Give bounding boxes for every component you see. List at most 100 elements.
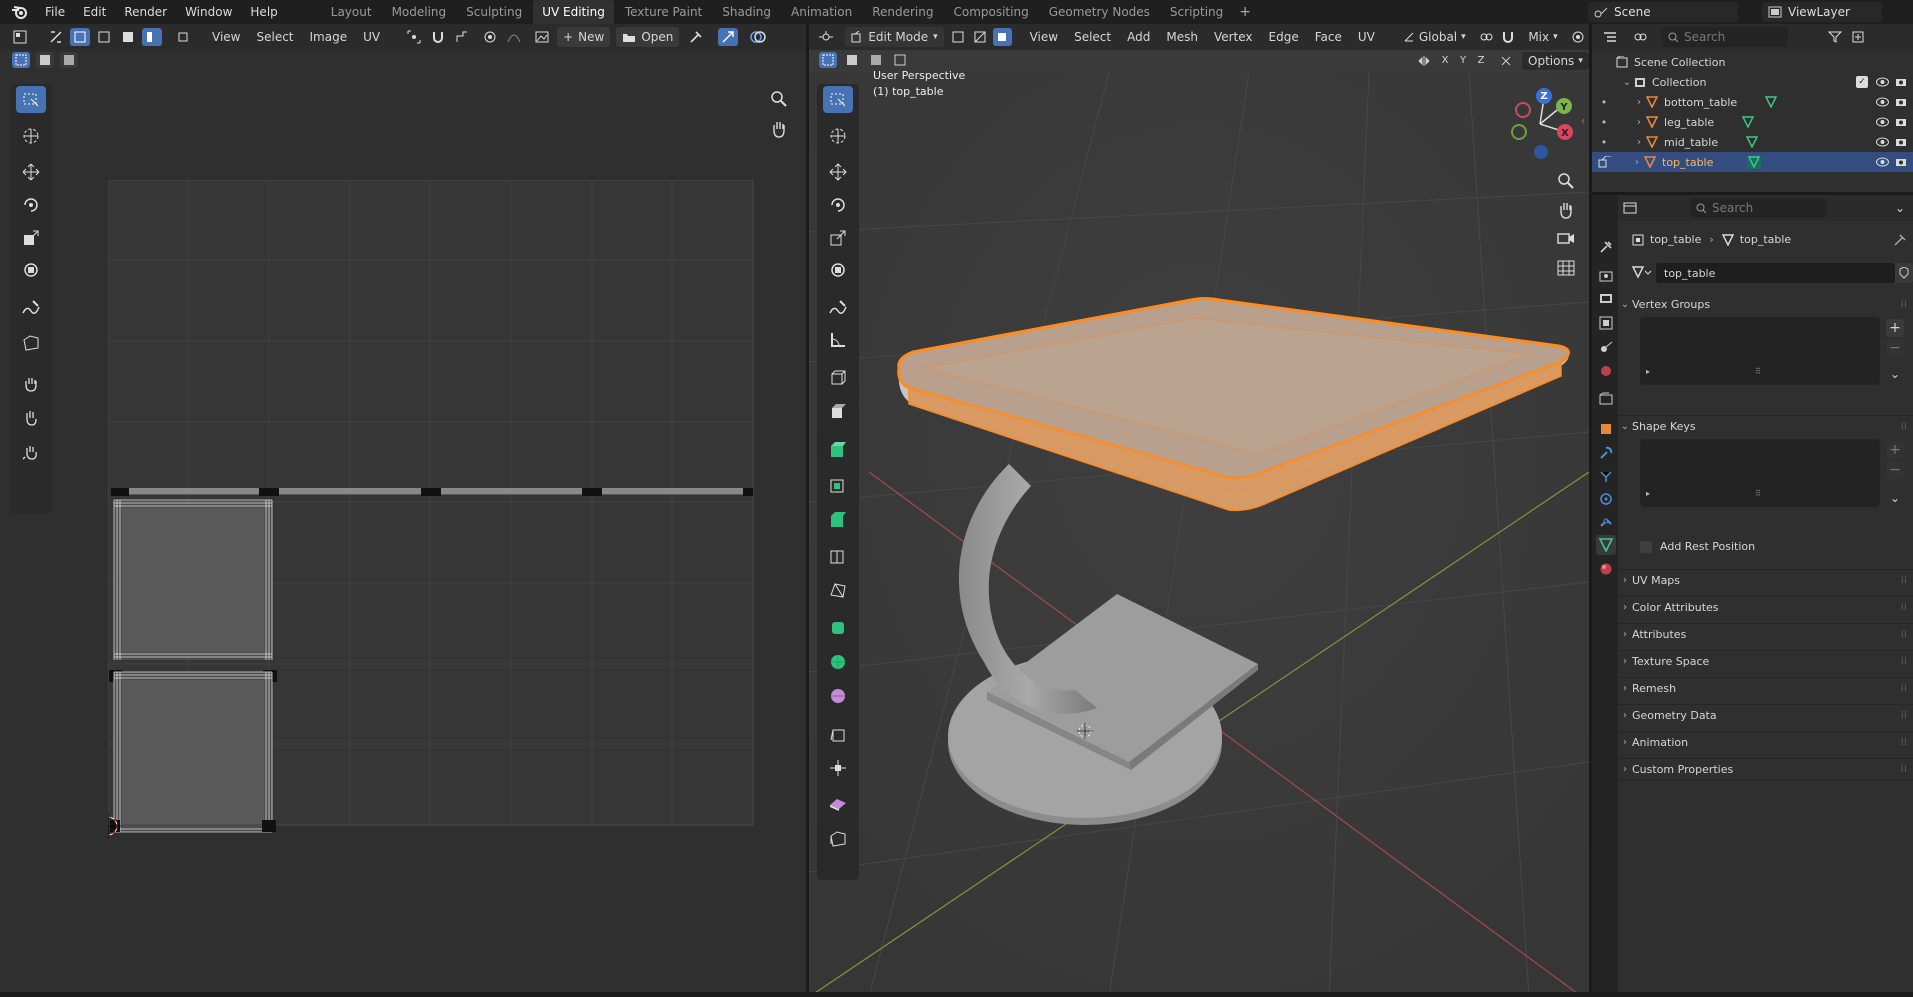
menu-edit[interactable]: Edit: [74, 0, 115, 24]
proportional-edit-icon[interactable]: [480, 28, 500, 46]
uv-cursor-tool-icon[interactable]: [16, 122, 46, 149]
select-extend-icon[interactable]: [36, 52, 54, 68]
outliner-object-row-mid-table[interactable]: • › mid_table: [1592, 132, 1913, 152]
drag-handle-icon[interactable]: ⁞⁞: [1901, 764, 1907, 775]
viewport-menu-face[interactable]: Face: [1307, 24, 1350, 50]
snap-icon[interactable]: [428, 28, 448, 46]
viewport-menu-view[interactable]: View: [1022, 24, 1066, 50]
object-tab-icon[interactable]: [1596, 419, 1616, 439]
uv-island-strip[interactable]: [111, 488, 753, 496]
viewport-menu-edge[interactable]: Edge: [1261, 24, 1307, 50]
chevron-right-icon[interactable]: ›: [1632, 117, 1646, 128]
uv-grid-canvas[interactable]: [108, 180, 756, 850]
to-sphere-tool-icon[interactable]: [823, 754, 853, 781]
pin-icon[interactable]: [686, 28, 706, 46]
custom-properties-section-header[interactable]: › Custom Properties ⁞⁞: [1618, 758, 1913, 780]
drag-handle-icon[interactable]: ⁞⁞: [1901, 575, 1907, 586]
outliner-search-input[interactable]: Search: [1662, 27, 1788, 47]
view-layer-tab-icon[interactable]: [1596, 313, 1616, 333]
navigation-gizmo[interactable]: Z Y X: [1495, 86, 1585, 166]
list-resize-handle-icon[interactable]: ⠿: [1755, 489, 1761, 498]
camera-view-icon[interactable]: [1557, 230, 1575, 246]
render-tab-icon[interactable]: [1596, 265, 1616, 285]
vertex-select-icon[interactable]: [70, 28, 90, 46]
chevron-right-icon[interactable]: ›: [1630, 157, 1644, 168]
outliner-collection-row[interactable]: ⌄ Collection ✓: [1592, 72, 1913, 92]
viewport-canvas[interactable]: [809, 72, 1589, 997]
uv-move-tool-icon[interactable]: [16, 158, 46, 185]
chevron-right-icon[interactable]: ›: [1632, 97, 1646, 108]
uv-display-icon[interactable]: [718, 28, 739, 46]
ortho-toggle-icon[interactable]: [1557, 260, 1575, 276]
loop-cut-tool-icon[interactable]: [823, 506, 853, 533]
shape-key-specials-icon[interactable]: ⌄: [1886, 489, 1904, 507]
vp-select-subtract-icon[interactable]: [867, 52, 885, 68]
drag-handle-icon[interactable]: ⁞⁞: [1901, 737, 1907, 748]
outliner-object-row-bottom-table[interactable]: • › bottom_table: [1592, 92, 1913, 112]
edge-select-icon[interactable]: [94, 28, 114, 46]
sphere-tool-icon[interactable]: [823, 682, 853, 709]
spin-tool-icon[interactable]: [823, 614, 853, 641]
sidebar-toggle-icon[interactable]: ‹: [1581, 116, 1585, 127]
vp-select-box-mode-icon[interactable]: [819, 52, 837, 68]
poly-build-tool-icon[interactable]: [823, 576, 853, 603]
uv-menu-uv[interactable]: UV: [355, 24, 388, 50]
drag-handle-icon[interactable]: ⁞⁞: [1901, 656, 1907, 667]
list-resize-handle-icon[interactable]: ⠿: [1755, 367, 1761, 376]
mirror-x-toggle[interactable]: X: [1437, 53, 1453, 69]
modifier-tab-icon[interactable]: [1596, 443, 1616, 463]
inset-tool-icon[interactable]: [823, 436, 853, 463]
tab-modeling[interactable]: Modeling: [383, 0, 456, 24]
fake-user-shield-icon[interactable]: [1895, 263, 1913, 283]
uv-transform-tool-icon[interactable]: [16, 256, 46, 283]
tab-rendering[interactable]: Rendering: [863, 0, 942, 24]
tab-animation[interactable]: Animation: [782, 0, 861, 24]
uv-relax-tool-icon[interactable]: [16, 404, 46, 431]
viewport-menu-add[interactable]: Add: [1119, 24, 1158, 50]
exclude-checkbox-icon[interactable]: ✓: [1856, 76, 1868, 88]
face-select-icon[interactable]: [118, 28, 138, 46]
gizmo-neg-z-icon[interactable]: [1534, 145, 1548, 159]
uv-menu-select[interactable]: Select: [248, 24, 301, 50]
uv-menu-view[interactable]: View: [204, 24, 248, 50]
material-tab-icon[interactable]: [1596, 559, 1616, 579]
drag-handle-icon[interactable]: ⁞⁞: [1901, 683, 1907, 694]
add-vertex-group-button[interactable]: +: [1886, 319, 1904, 337]
face-mode-icon[interactable]: [993, 28, 1012, 46]
drag-handle-icon[interactable]: ⁞⁞: [1901, 299, 1907, 310]
pivot-icon[interactable]: [404, 28, 424, 46]
outliner-scene-collection-row[interactable]: Scene Collection: [1592, 52, 1857, 72]
outliner-object-row-top-table[interactable]: › top_table: [1592, 152, 1913, 172]
add-rest-position-checkbox[interactable]: [1640, 540, 1652, 553]
gizmo-neg-x-icon[interactable]: [1515, 102, 1531, 118]
vp-select-invert-icon[interactable]: [891, 52, 909, 68]
viewport-menu-select[interactable]: Select: [1066, 24, 1119, 50]
tool-tab-icon[interactable]: [1596, 237, 1616, 257]
bevel-tool-icon[interactable]: [823, 471, 853, 498]
uv-pinch-tool-icon[interactable]: [16, 438, 46, 465]
camera-render-icon[interactable]: [1895, 117, 1907, 127]
pivot-point-icon[interactable]: [1477, 28, 1495, 46]
select-subtract-icon[interactable]: [60, 52, 78, 68]
vp-select-extend-icon[interactable]: [843, 52, 861, 68]
scene-tab-icon[interactable]: [1596, 337, 1616, 357]
menu-help[interactable]: Help: [241, 0, 286, 24]
drag-handle-icon[interactable]: ⁞⁞: [1901, 602, 1907, 613]
falloff-icon[interactable]: [504, 28, 524, 46]
tab-texture-paint[interactable]: Texture Paint: [616, 0, 711, 24]
snap-mode-dropdown[interactable]: Mix ▾: [1522, 27, 1564, 47]
remove-vertex-group-button[interactable]: −: [1886, 339, 1904, 357]
drag-handle-icon[interactable]: ⁞⁞: [1901, 710, 1907, 721]
uv-select-box-tool-icon[interactable]: [16, 86, 46, 113]
slide-tool-icon[interactable]: [823, 825, 853, 852]
pin-icon[interactable]: [1894, 234, 1906, 246]
display-mode-icon[interactable]: [1630, 28, 1650, 46]
output-tab-icon[interactable]: [1596, 289, 1616, 309]
mirror-z-toggle[interactable]: Z: [1473, 53, 1489, 69]
edit-mode-toggle-icon[interactable]: [1598, 156, 1612, 168]
new-collection-icon[interactable]: [1849, 28, 1869, 46]
add-workspace-button[interactable]: +: [1233, 4, 1257, 20]
vertex-group-specials-icon[interactable]: ⌄: [1886, 365, 1904, 383]
vertex-groups-section-header[interactable]: ⌄ Vertex Groups ⁞⁞: [1618, 293, 1913, 315]
sticky-selection-icon[interactable]: [174, 28, 194, 46]
